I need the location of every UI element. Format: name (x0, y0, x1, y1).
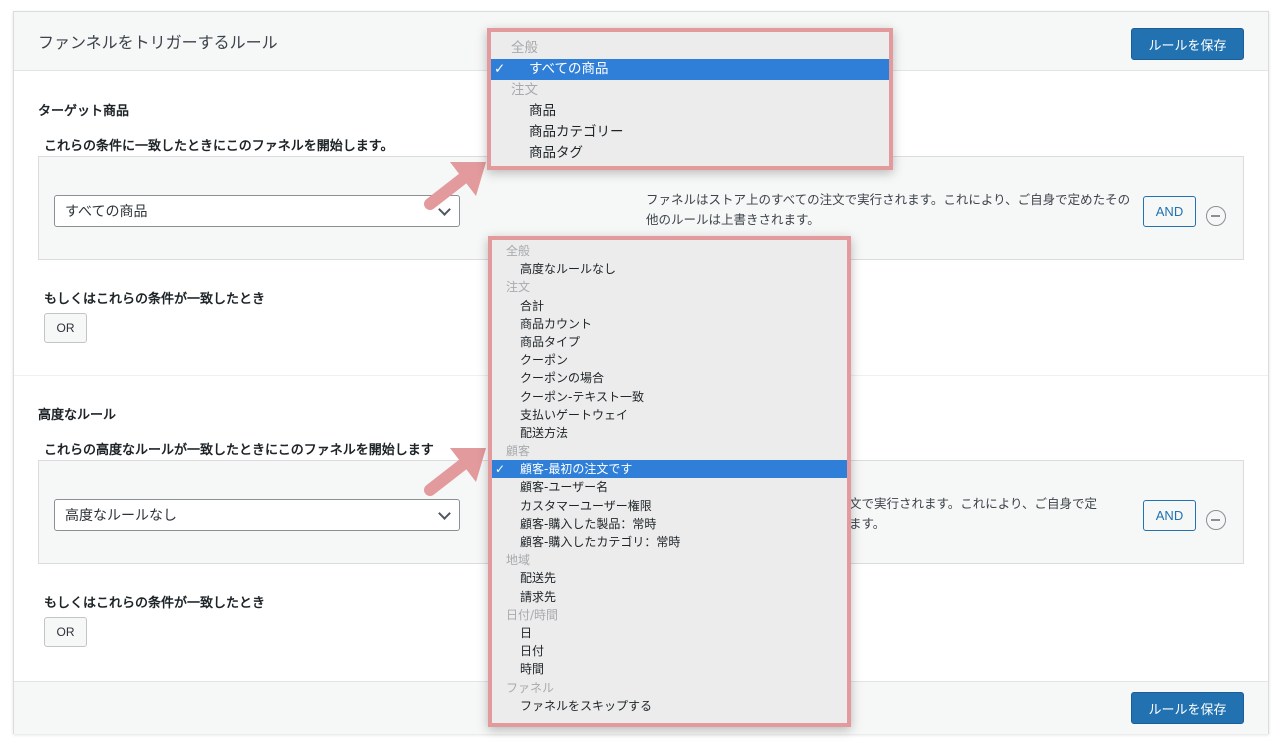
dropdown-option[interactable]: ファネルをスキップする (492, 697, 847, 715)
save-rules-button-top[interactable]: ルールを保存 (1131, 28, 1244, 60)
option-group-label: 注文 (506, 280, 531, 295)
target-or-button[interactable]: OR (44, 313, 87, 343)
dropdown-option[interactable]: 配送方法 (492, 424, 847, 442)
option-group-label: 地域 (506, 553, 531, 568)
dropdown-option[interactable]: 合計 (492, 297, 847, 315)
option-group-label: 注文 (511, 82, 538, 98)
dropdown-option[interactable]: 時間 (492, 660, 847, 678)
target-product-select[interactable]: すべての商品 (54, 195, 460, 227)
checkmark-icon: ✓ (494, 61, 506, 77)
dropdown-option[interactable]: 顧客-購入した製品：常時 (492, 515, 847, 533)
advanced-rule-description: 文で実行されます。これにより、ご自身で定 ます。 (849, 496, 1098, 531)
advanced-condition-label: これらの高度なルールが一致したときにこのファネルを開始します (44, 443, 434, 458)
advanced-rule-dropdown-list: 全般高度なルールなし注文合計 商品カウント 商品タイプ クーポン クーポンの場合 クーポン… (488, 236, 851, 727)
advanced-and-button[interactable]: AND (1143, 500, 1196, 531)
annotation-arrow-icon (424, 162, 486, 210)
panel-title: ファンネルをトリガーするルール (38, 33, 278, 52)
option-group-label: 全般 (511, 40, 538, 56)
dropdown-option[interactable]: 請求先 (492, 588, 847, 606)
dropdown-option[interactable]: 支払いゲートウェイ (492, 406, 847, 424)
advanced-or-condition-label: もしくはこれらの条件が一致したとき (44, 596, 266, 611)
target-product-dropdown-list: 全般 ✓ すべての商品注文商品 商品カテゴリー 商品タグ (487, 28, 893, 170)
dropdown-option[interactable]: ✓ すべての商品 (491, 59, 889, 80)
advanced-select-value: 高度なルールなし (65, 508, 177, 524)
chevron-down-icon (438, 507, 451, 520)
dropdown-option[interactable]: クーポンの場合 (492, 369, 847, 387)
dropdown-option[interactable]: 商品タグ (491, 143, 889, 164)
dropdown-option[interactable]: 顧客-ユーザー名 (492, 478, 847, 496)
target-and-button[interactable]: AND (1143, 196, 1196, 227)
dropdown-option[interactable]: 配送先 (492, 569, 847, 587)
target-select-value: すべての商品 (65, 204, 148, 220)
advanced-rule-select[interactable]: 高度なルールなし (54, 499, 460, 531)
dropdown-option[interactable]: 商品 (491, 101, 889, 122)
dropdown-option[interactable]: 日 (492, 624, 847, 642)
dropdown-option[interactable]: クーポン-テキスト一致 (492, 388, 847, 406)
dropdown-option[interactable]: 商品カテゴリー (491, 122, 889, 143)
annotation-arrow-icon (424, 448, 486, 496)
advanced-or-button[interactable]: OR (44, 617, 87, 647)
target-rule-description: ファネルはストア上のすべての注文で実行されます。これにより、ご自身で定めたその他… (646, 192, 1131, 227)
checkmark-icon: ✓ (495, 462, 506, 477)
option-group-label: ファネル (506, 680, 555, 695)
option-group-label: 顧客 (506, 444, 531, 459)
remove-rule-icon[interactable] (1206, 510, 1226, 530)
target-or-condition-label: もしくはこれらの条件が一致したとき (44, 292, 266, 307)
option-group-label: 全般 (506, 244, 531, 258)
target-condition-label: これらの条件に一致したときにこのファネルを開始します。 (44, 139, 394, 154)
save-rules-button-bottom[interactable]: ルールを保存 (1131, 692, 1244, 724)
option-group-label: 日付/時間 (506, 607, 559, 622)
advanced-rules-label: 高度なルール (38, 408, 117, 423)
remove-rule-icon[interactable] (1206, 206, 1226, 226)
dropdown-option[interactable]: 商品タイプ (492, 333, 847, 351)
dropdown-option[interactable]: 商品カウント (492, 315, 847, 333)
dropdown-option[interactable]: 日付 (492, 642, 847, 660)
dropdown-option[interactable]: クーポン (492, 351, 847, 369)
dropdown-option[interactable]: ✓ 顧客-最初の注文です (492, 460, 847, 479)
dropdown-option[interactable]: カスタマーユーザー権限 (492, 497, 847, 515)
target-products-label: ターゲット商品 (38, 104, 130, 119)
dropdown-option[interactable]: 高度なルールなし (492, 260, 847, 278)
dropdown-option[interactable]: 顧客-購入したカテゴリ：常時 (492, 533, 847, 551)
